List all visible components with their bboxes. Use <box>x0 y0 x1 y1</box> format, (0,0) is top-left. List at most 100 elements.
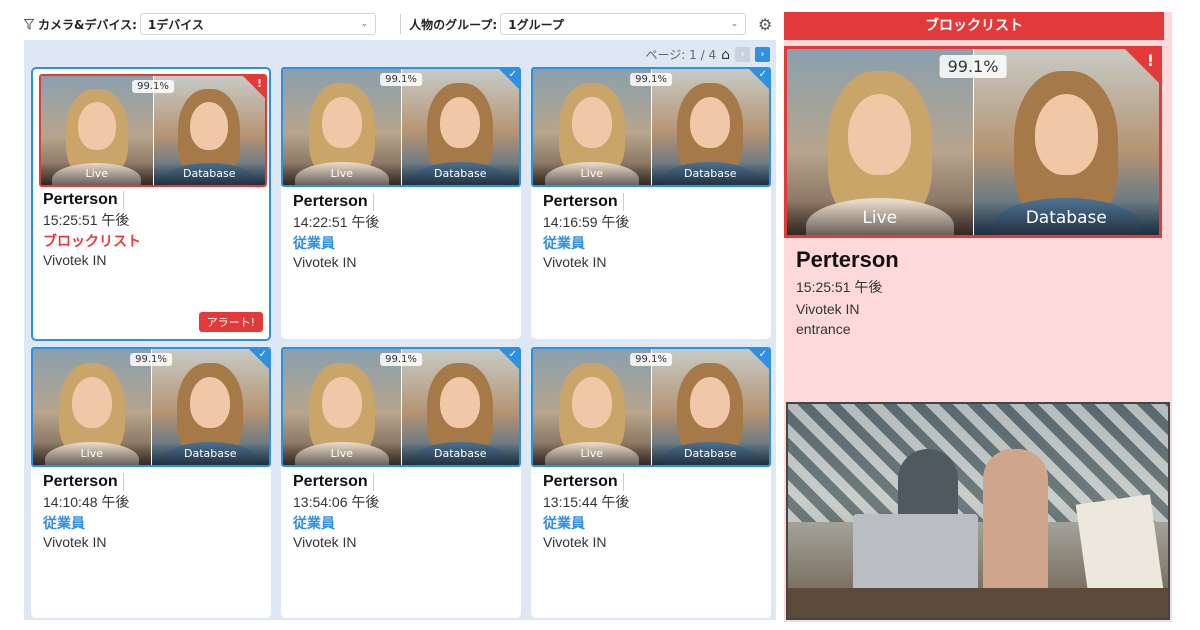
live-label: Live <box>33 443 151 465</box>
person-group: 従業員 <box>293 236 335 252</box>
camera-filter-label: カメラ&デバイス: <box>24 16 137 33</box>
live-face-image: Live <box>283 69 401 185</box>
chevron-right-icon[interactable]: › <box>755 47 770 62</box>
detection-time: 14:16:59 午後 <box>543 214 630 230</box>
gear-icon[interactable]: ⚙ <box>756 15 774 34</box>
face-comparison: Live Database 99.1% ✓ <box>531 67 771 187</box>
detection-card[interactable]: Live Database 99.1% ✓ Perterson 14:10:48… <box>31 347 271 618</box>
filter-bar: カメラ&デバイス: 1デバイス ⌄ 人物のグループ: 1グループ ⌄ ⚙ <box>24 9 774 39</box>
database-label: Database <box>401 443 519 465</box>
person-name: Perterson <box>43 191 124 209</box>
detection-time: 13:54:06 午後 <box>293 494 380 510</box>
database-label: Database <box>401 163 519 185</box>
chevron-down-icon: ⌄ <box>730 19 739 29</box>
detection-card[interactable]: Live Database 99.1% ✓ Perterson 13:54:06… <box>281 347 521 618</box>
chevron-down-icon: ⌄ <box>360 19 369 29</box>
database-label: Database <box>973 201 1159 235</box>
person-group: 従業員 <box>43 516 85 532</box>
page-indicator: ページ: 1 / 4 <box>645 48 717 62</box>
device-name: Vivotek IN <box>43 252 107 268</box>
face-comparison: Live Database 99.1% ✓ <box>31 347 271 467</box>
device-name: Vivotek IN <box>293 534 357 550</box>
live-label: Live <box>787 201 973 235</box>
detail-device: Vivotek IN <box>796 301 860 317</box>
match-score: 99.1% <box>130 353 172 366</box>
person-group: 従業員 <box>293 516 335 532</box>
person-name: Perterson <box>543 473 624 491</box>
match-score: 99.1% <box>939 55 1007 78</box>
detection-time: 15:25:51 午後 <box>43 212 130 228</box>
detection-card[interactable]: Live Database 99.1% ✓ Perterson 14:22:51… <box>281 67 521 339</box>
device-name: Vivotek IN <box>293 254 357 270</box>
card-info: Perterson 13:54:06 午後 従業員 Vivotek IN <box>293 471 379 550</box>
person-group: 従業員 <box>543 236 585 252</box>
detection-card[interactable]: Live Database 99.1% ✓ Perterson 13:15:44… <box>531 347 771 618</box>
alert-button[interactable]: アラート! <box>198 312 263 332</box>
funnel-icon <box>24 18 34 30</box>
group-filter-label: 人物のグループ: <box>409 17 498 32</box>
card-info: Perterson 14:16:59 午後 従業員 Vivotek IN <box>543 191 629 270</box>
match-score: 99.1% <box>630 353 672 366</box>
device-name: Vivotek IN <box>543 534 607 550</box>
card-info: Perterson 14:10:48 午後 従業員 Vivotek IN <box>43 471 129 550</box>
match-score: 99.1% <box>630 73 672 86</box>
exclamation-icon: ! <box>256 77 262 90</box>
camera-label-text: カメラ&デバイス: <box>38 17 137 32</box>
card-info: Perterson 14:22:51 午後 従業員 Vivotek IN <box>293 191 379 270</box>
person-group-select[interactable]: 1グループ ⌄ <box>500 13 747 35</box>
face-comparison: Live Database 99.1% ! <box>39 74 267 187</box>
home-icon[interactable]: ⌂ <box>721 47 730 63</box>
camera-select-value: 1デバイス <box>147 17 204 32</box>
checkmark-icon: ✓ <box>508 349 517 360</box>
person-group: 従業員 <box>543 516 585 532</box>
detection-time: 14:22:51 午後 <box>293 214 380 230</box>
card-info: Perterson 13:15:44 午後 従業員 Vivotek IN <box>543 471 629 550</box>
detail-time: 15:25:51 午後 <box>796 279 883 295</box>
blocklist-detail-panel: ブロックリスト Live Database 99.1% ! Perterson … <box>784 12 1172 622</box>
person-name: Perterson <box>43 473 124 491</box>
match-score: 99.1% <box>380 73 422 86</box>
results-grid: ページ: 1 / 4 ⌂ ‹ › Live Database 99.1% ! P… <box>24 40 776 620</box>
face-comparison: Live Database 99.1% ✓ <box>281 347 521 467</box>
pagination: ページ: 1 / 4 ⌂ ‹ › <box>646 46 770 63</box>
checkmark-icon: ✓ <box>508 69 517 80</box>
live-label: Live <box>41 163 153 185</box>
database-label: Database <box>651 163 769 185</box>
checkmark-icon: ✓ <box>758 349 767 360</box>
detection-time: 14:10:48 午後 <box>43 494 130 510</box>
live-label: Live <box>533 163 651 185</box>
face-comparison: Live Database 99.1% ✓ <box>281 67 521 187</box>
device-name: Vivotek IN <box>543 254 607 270</box>
match-score: 99.1% <box>132 80 174 93</box>
live-label: Live <box>533 443 651 465</box>
group-select-value: 1グループ <box>508 17 564 32</box>
device-name: Vivotek IN <box>43 534 107 550</box>
person-name: Perterson <box>293 193 374 211</box>
live-face-image: Live <box>533 349 651 465</box>
chevron-left-icon[interactable]: ‹ <box>735 47 750 62</box>
person-group: ブロックリスト <box>43 234 141 250</box>
detail-person-name: Perterson <box>796 247 899 272</box>
detection-card[interactable]: Live Database 99.1% ✓ Perterson 14:16:59… <box>531 67 771 339</box>
blocklist-header: ブロックリスト <box>784 12 1164 40</box>
database-label: Database <box>651 443 769 465</box>
detail-location: entrance <box>796 321 851 337</box>
detail-info: Perterson 15:25:51 午後 Vivotek IN entranc… <box>796 247 899 337</box>
face-comparison: Live Database 99.1% ✓ <box>531 347 771 467</box>
detection-card[interactable]: Live Database 99.1% ! Perterson 15:25:51… <box>31 67 271 341</box>
live-face-image: Live <box>283 349 401 465</box>
person-name: Perterson <box>293 473 374 491</box>
filter-divider <box>400 14 402 34</box>
live-face-image: Live <box>33 349 151 465</box>
live-label: Live <box>283 443 401 465</box>
detail-face-comparison: Live Database 99.1% ! <box>784 46 1162 238</box>
exclamation-icon: ! <box>1146 51 1154 70</box>
detection-time: 13:15:44 午後 <box>543 494 630 510</box>
camera-snapshot-image <box>786 402 1170 620</box>
live-face-image: Live <box>533 69 651 185</box>
camera-device-select[interactable]: 1デバイス ⌄ <box>139 13 377 35</box>
person-name: Perterson <box>543 193 624 211</box>
database-label: Database <box>151 443 269 465</box>
checkmark-icon: ✓ <box>258 349 267 360</box>
live-label: Live <box>283 163 401 185</box>
